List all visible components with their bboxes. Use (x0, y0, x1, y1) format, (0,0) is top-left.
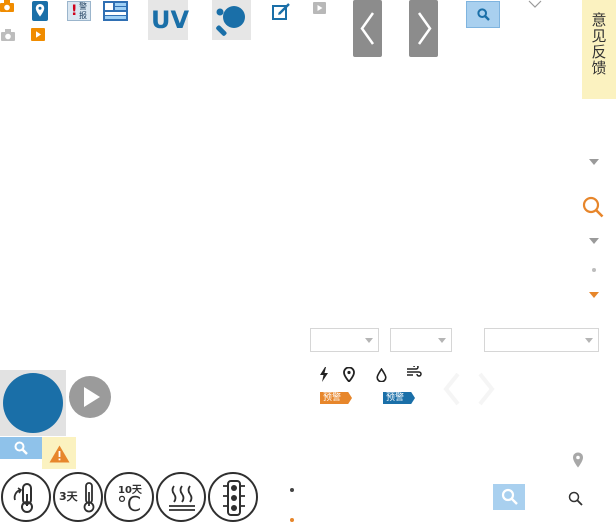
next-button[interactable] (409, 0, 438, 57)
feedback-char-1: 意 (591, 11, 607, 29)
dot-indicator (592, 268, 596, 272)
blue-circle-icon (3, 373, 63, 433)
feedback-tab[interactable]: 意 见 反 馈 (582, 0, 616, 99)
temperature-trend-button[interactable] (1, 472, 51, 522)
caret-down-icon (438, 338, 446, 343)
dot-indicator (290, 488, 294, 492)
three-day-temperature-button[interactable]: 3天 (53, 472, 103, 522)
heat-haze-button[interactable] (156, 472, 206, 522)
warning-alert-tile[interactable] (42, 437, 76, 469)
celsius-label: °C (117, 492, 141, 516)
select-dropdown-1[interactable] (310, 328, 379, 352)
caret-down-icon (365, 338, 373, 343)
uv-index-tile[interactable]: UV (148, 0, 190, 40)
search-button[interactable] (493, 484, 525, 510)
weather-station-icon[interactable] (103, 1, 128, 21)
chevron-right-icon[interactable] (476, 372, 496, 406)
thermometer-icon (83, 482, 95, 514)
camera-icon[interactable] (1, 29, 15, 41)
select-dropdown-3[interactable] (484, 328, 599, 352)
warning-report-label-b: 报 (79, 11, 87, 20)
warning-tag-blue[interactable]: 预警 (383, 392, 415, 404)
three-day-label: 3天 (59, 490, 78, 503)
dot-indicator (290, 518, 294, 522)
prev-button[interactable] (353, 0, 382, 57)
search-button[interactable] (466, 1, 500, 28)
traffic-light-icon (222, 480, 246, 516)
chevron-down-icon[interactable] (589, 159, 599, 166)
play-button[interactable] (69, 376, 111, 418)
chevron-down-icon[interactable] (589, 238, 599, 245)
search-button[interactable] (0, 437, 42, 459)
warning-tag-orange[interactable]: 预警 (320, 392, 352, 404)
wind-icon[interactable] (406, 366, 422, 378)
feedback-char-4: 馈 (591, 59, 607, 77)
play-icon (84, 387, 100, 407)
traffic-light-button[interactable] (208, 472, 258, 522)
chevron-left-icon (359, 11, 376, 46)
camera-icon[interactable] (0, 0, 14, 12)
video-play-icon[interactable] (313, 2, 326, 14)
uv-icon: UV (151, 6, 190, 34)
warning-triangle-icon (49, 445, 70, 463)
table-tennis-tile[interactable] (212, 0, 251, 40)
caret-down-icon (585, 338, 593, 343)
select-dropdown-2[interactable] (390, 328, 452, 352)
media-tile[interactable] (0, 370, 66, 436)
search-icon (14, 441, 28, 455)
search-icon (501, 488, 518, 505)
ten-day-temperature-button[interactable]: 10天 °C (104, 472, 154, 522)
heat-haze-icon (167, 483, 197, 513)
lightning-icon[interactable] (319, 367, 329, 382)
exclamation-icon: ! (71, 3, 78, 19)
map-pin-icon[interactable] (343, 367, 355, 382)
search-icon[interactable] (568, 491, 583, 506)
video-play-icon[interactable] (31, 28, 45, 41)
chevron-down-icon[interactable] (528, 0, 542, 9)
table-tennis-icon (214, 3, 250, 37)
chevron-down-icon[interactable] (589, 292, 599, 299)
warning-report-label-a: 警 (79, 2, 87, 11)
feedback-char-3: 反 (591, 43, 607, 61)
chevron-left-icon[interactable] (442, 372, 462, 406)
search-icon[interactable] (582, 196, 604, 218)
warning-report-icon[interactable]: ! 警 报 (67, 1, 91, 21)
feedback-char-2: 见 (591, 27, 607, 45)
chevron-right-icon (416, 11, 433, 46)
temperature-trend-icon (9, 480, 45, 516)
edit-icon[interactable] (272, 3, 291, 20)
map-pin-icon[interactable] (572, 452, 584, 468)
search-icon (477, 8, 490, 21)
water-drop-icon[interactable] (376, 368, 387, 382)
map-pin-icon[interactable] (32, 1, 48, 21)
